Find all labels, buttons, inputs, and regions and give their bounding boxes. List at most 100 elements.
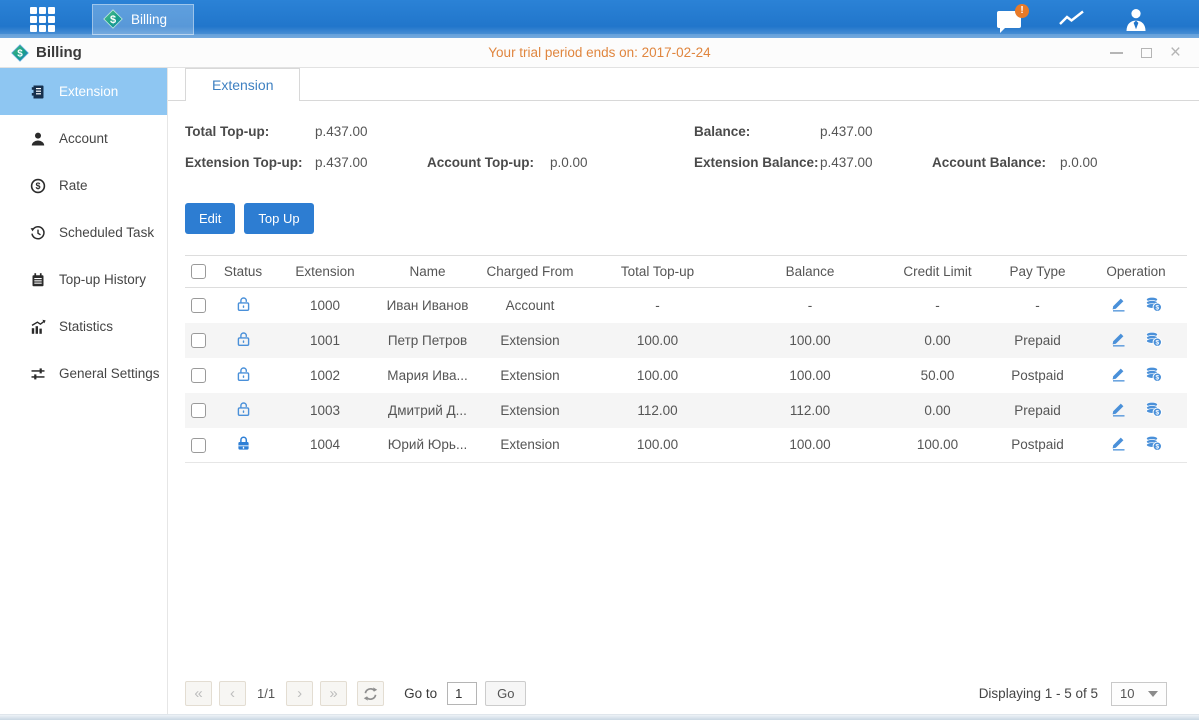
extension-table: StatusExtensionNameCharged FromTotal Top… xyxy=(185,255,1187,463)
trial-notice: Your trial period ends on: 2017-02-24 xyxy=(0,45,1199,60)
total-topup-value: p.437.00 xyxy=(315,124,368,139)
topup-row-button[interactable]: $ xyxy=(1145,331,1162,350)
notifications-button[interactable]: ! xyxy=(997,11,1021,28)
row-checkbox[interactable] xyxy=(191,368,206,383)
cell-credit-limit: 50.00 xyxy=(885,358,990,393)
select-all-checkbox[interactable] xyxy=(191,264,206,279)
clock-history-icon xyxy=(30,225,46,241)
pencil-icon xyxy=(1110,435,1127,451)
topup-row-button[interactable]: $ xyxy=(1145,435,1162,454)
line-chart-icon xyxy=(1058,8,1086,30)
taskbar-right-icons: ! xyxy=(997,7,1199,32)
prev-page-button[interactable]: ‹ xyxy=(219,681,246,706)
column-header-operation: Operation xyxy=(1085,256,1187,288)
status-lock-icon[interactable] xyxy=(236,366,251,385)
topup-row-button[interactable]: $ xyxy=(1145,401,1162,420)
cell-operation: $ xyxy=(1085,358,1187,393)
page-size-value: 10 xyxy=(1120,686,1134,701)
cell-name: Петр Петров xyxy=(375,323,480,358)
table-row: 1002 Мария Ива... Extension 100.00 100.0… xyxy=(185,358,1187,393)
taskbar-tab-label: Billing xyxy=(131,12,167,27)
cell-operation: $ xyxy=(1085,393,1187,428)
window-title: Billing xyxy=(36,44,82,61)
edit-row-button[interactable] xyxy=(1110,366,1127,385)
column-header-total-top-up: Total Top-up xyxy=(580,256,735,288)
coins-icon: $ xyxy=(1145,366,1162,382)
cell-pay-type: Postpaid xyxy=(990,358,1085,393)
sidebar-item-statistics[interactable]: Statistics xyxy=(0,303,167,350)
cell-extension: 1001 xyxy=(275,323,375,358)
status-lock-icon[interactable] xyxy=(236,331,251,350)
row-checkbox[interactable] xyxy=(191,438,206,453)
next-page-button[interactable]: › xyxy=(286,681,313,706)
cell-credit-limit: 0.00 xyxy=(885,323,990,358)
edit-row-button[interactable] xyxy=(1110,401,1127,420)
edit-row-button[interactable] xyxy=(1110,435,1127,454)
row-checkbox[interactable] xyxy=(191,403,206,418)
cell-total-topup: 112.00 xyxy=(580,393,735,428)
user-button[interactable] xyxy=(1123,7,1149,32)
pagination-bar: « ‹ 1/1 › » Go to Go Displaying 1 - 5 of… xyxy=(185,681,1167,706)
select-all-header xyxy=(185,256,211,288)
table-row: 1003 Дмитрий Д... Extension 112.00 112.0… xyxy=(185,393,1187,428)
tab-extension[interactable]: Extension xyxy=(185,68,300,101)
apps-grid-icon[interactable] xyxy=(30,7,55,32)
sidebar-item-rate[interactable]: $ Rate xyxy=(0,162,167,209)
top-up-button[interactable]: Top Up xyxy=(244,203,313,234)
tab-label: Extension xyxy=(212,77,273,93)
topup-row-button[interactable]: $ xyxy=(1145,366,1162,385)
cell-charged-from: Extension xyxy=(480,393,580,428)
sidebar-item-label: Top-up History xyxy=(59,272,146,287)
billing-diamond-icon: $ xyxy=(103,9,123,29)
cell-name: Мария Ива... xyxy=(375,358,480,393)
extension-balance-label: Extension Balance: xyxy=(694,155,819,170)
dollar-circle-icon: $ xyxy=(30,178,46,194)
row-checkbox[interactable] xyxy=(191,333,206,348)
minimize-button[interactable] xyxy=(1110,52,1123,54)
sidebar-item-account[interactable]: Account xyxy=(0,115,167,162)
sidebar-item-extension[interactable]: Extension xyxy=(0,68,167,115)
sidebar-item-scheduled-task[interactable]: Scheduled Task xyxy=(0,209,167,256)
status-lock-icon[interactable] xyxy=(236,296,251,315)
user-icon xyxy=(1123,7,1149,32)
edit-row-button[interactable] xyxy=(1110,331,1127,350)
edit-button[interactable]: Edit xyxy=(185,203,235,234)
topup-row-button[interactable]: $ xyxy=(1145,296,1162,315)
edit-row-button[interactable] xyxy=(1110,296,1127,315)
maximize-button[interactable] xyxy=(1141,48,1152,58)
table-row: 1004 Юрий Юрь... Extension 100.00 100.00… xyxy=(185,428,1187,463)
lock-open-icon xyxy=(236,401,251,417)
person-icon xyxy=(30,131,46,147)
last-page-button[interactable]: » xyxy=(320,681,347,706)
sidebar-item-label: Scheduled Task xyxy=(59,225,154,240)
sidebar-item-general-settings[interactable]: General Settings xyxy=(0,350,167,397)
status-lock-icon[interactable] xyxy=(236,435,251,454)
status-lock-icon[interactable] xyxy=(236,401,251,420)
first-page-button[interactable]: « xyxy=(185,681,212,706)
billing-diamond-icon: $ xyxy=(11,44,29,62)
column-header-balance: Balance xyxy=(735,256,885,288)
pencil-icon xyxy=(1110,366,1127,382)
column-header-credit-limit: Credit Limit xyxy=(885,256,990,288)
sidebar-item-topup-history[interactable]: Top-up History xyxy=(0,256,167,303)
refresh-button[interactable] xyxy=(357,681,384,706)
page-size-select[interactable]: 10 xyxy=(1111,682,1167,706)
trends-button[interactable] xyxy=(1058,8,1086,30)
goto-page-input[interactable] xyxy=(447,682,477,705)
cell-balance: 100.00 xyxy=(735,358,885,393)
go-button[interactable]: Go xyxy=(485,681,526,706)
table-header-row: StatusExtensionNameCharged FromTotal Top… xyxy=(185,256,1187,288)
chat-bubble-icon: ! xyxy=(997,11,1021,28)
taskbar-tab-billing[interactable]: $ Billing xyxy=(92,4,194,35)
row-checkbox[interactable] xyxy=(191,298,206,313)
cell-balance: 100.00 xyxy=(735,323,885,358)
ledger-icon xyxy=(30,84,46,100)
pencil-icon xyxy=(1110,296,1127,312)
cell-balance: 112.00 xyxy=(735,393,885,428)
close-button[interactable]: × xyxy=(1170,47,1181,59)
cell-charged-from: Extension xyxy=(480,323,580,358)
lock-open-icon xyxy=(236,296,251,312)
svg-text:$: $ xyxy=(1155,339,1159,346)
extension-balance-value: p.437.00 xyxy=(820,155,873,170)
cell-extension: 1000 xyxy=(275,288,375,323)
